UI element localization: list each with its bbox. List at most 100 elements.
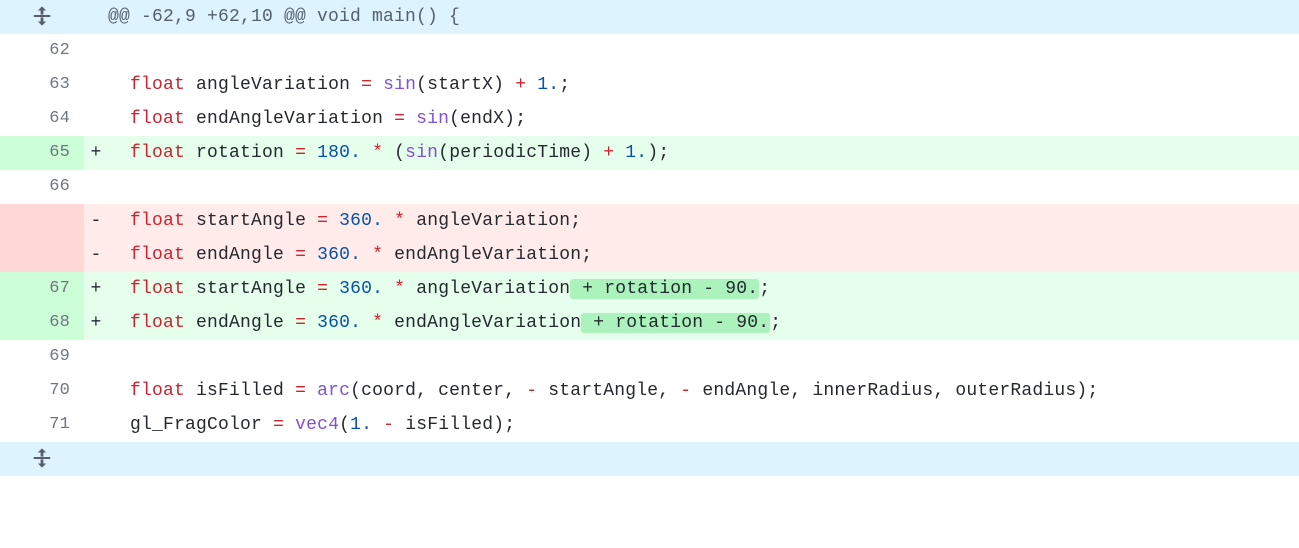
code-token [284, 415, 295, 435]
old-line-number[interactable] [0, 340, 42, 374]
code-token: = [394, 109, 405, 129]
code-token: - [680, 381, 691, 401]
code-token: , [416, 381, 438, 401]
code-token [328, 211, 339, 231]
diff-sign [84, 408, 108, 442]
code-token: ); [647, 143, 669, 163]
diff-sign [84, 374, 108, 408]
diff-sign: - [84, 204, 108, 238]
code-token [306, 313, 317, 333]
code-cell[interactable]: float rotation = 180. * (sin(periodicTim… [108, 136, 1299, 170]
code-token [284, 381, 295, 401]
old-line-number[interactable] [0, 170, 42, 204]
hunk-header-text: @@ -62,9 +62,10 @@ void main() { [108, 0, 1299, 34]
diff-sign: + [84, 306, 108, 340]
code-cell[interactable]: gl_FragColor = vec4(1. - isFilled); [108, 408, 1299, 442]
code-token: = [273, 415, 284, 435]
code-token [405, 211, 416, 231]
code-token [383, 211, 394, 231]
code-cell[interactable]: float endAngle = 360. * endAngleVariatio… [108, 306, 1299, 340]
code-token: 360. [317, 313, 361, 333]
code-cell[interactable]: float startAngle = 360. * angleVariation… [108, 272, 1299, 306]
code-token: ; [570, 211, 581, 231]
code-token: = [295, 381, 306, 401]
code-token [405, 279, 416, 299]
new-line-number[interactable]: 62 [42, 34, 84, 68]
old-line-number[interactable] [0, 34, 42, 68]
old-line-number[interactable] [0, 102, 42, 136]
new-line-number[interactable]: 71 [42, 408, 84, 442]
code-cell[interactable]: float angleVariation = sin(startX) + 1.; [108, 68, 1299, 102]
code-cell[interactable] [108, 34, 1299, 68]
code-cell[interactable]: float endAngleVariation = sin(endX); [108, 102, 1299, 136]
hunk-sign [84, 0, 108, 34]
code-token [383, 109, 394, 129]
diff-line: 64 float endAngleVariation = sin(endX); [0, 102, 1299, 136]
code-token [350, 75, 361, 95]
old-line-number[interactable] [0, 136, 42, 170]
new-line-number[interactable]: 67 [42, 272, 84, 306]
code-token: float [130, 313, 185, 333]
code-token: * [394, 211, 405, 231]
diff-line: 63 float angleVariation = sin(startX) + … [0, 68, 1299, 102]
old-line-number[interactable] [0, 272, 42, 306]
code-token [108, 75, 130, 95]
code-token [328, 279, 339, 299]
code-token: endAngleVariation [196, 109, 383, 129]
code-cell[interactable] [108, 170, 1299, 204]
diff-line: - float endAngle = 360. * endAngleVariat… [0, 238, 1299, 272]
new-line-number[interactable]: 68 [42, 306, 84, 340]
code-cell[interactable]: float isFilled = arc(coord, center, - st… [108, 374, 1299, 408]
expand-placeholder [108, 442, 1299, 476]
diff-line: 71 gl_FragColor = vec4(1. - isFilled); [0, 408, 1299, 442]
code-token [284, 245, 295, 265]
code-token: startX [427, 75, 493, 95]
new-line-number[interactable] [42, 238, 84, 272]
old-line-number[interactable] [0, 306, 42, 340]
code-token: vec4 [295, 415, 339, 435]
expand-down-cell[interactable] [0, 442, 84, 476]
code-token [108, 279, 130, 299]
code-token: gl_FragColor [130, 415, 262, 435]
code-token: arc [317, 381, 350, 401]
hunk-sign [84, 442, 108, 476]
code-token: + rotation - 90. [581, 313, 770, 333]
code-token: isFilled [405, 415, 493, 435]
new-line-number[interactable] [42, 204, 84, 238]
code-cell[interactable] [108, 340, 1299, 374]
code-token: center [438, 381, 504, 401]
code-token [394, 415, 405, 435]
code-token: sin [383, 75, 416, 95]
diff-table: @@ -62,9 +62,10 @@ void main() { 62 63 f… [0, 0, 1299, 476]
diff-sign: + [84, 272, 108, 306]
code-token: * [394, 279, 405, 299]
old-line-number[interactable] [0, 374, 42, 408]
code-token: ; [515, 109, 526, 129]
code-token: , [504, 381, 526, 401]
code-token [108, 245, 130, 265]
old-line-number[interactable] [0, 408, 42, 442]
new-line-number[interactable]: 69 [42, 340, 84, 374]
code-token: 360. [339, 211, 383, 231]
old-line-number[interactable] [0, 204, 42, 238]
new-line-number[interactable]: 65 [42, 136, 84, 170]
code-token: coord [361, 381, 416, 401]
code-token: ; [770, 313, 781, 333]
code-token: startAngle [196, 279, 306, 299]
code-token [306, 381, 317, 401]
new-line-number[interactable]: 70 [42, 374, 84, 408]
expand-up-cell[interactable] [0, 0, 84, 34]
new-line-number[interactable]: 66 [42, 170, 84, 204]
code-token: + [603, 143, 614, 163]
new-line-number[interactable]: 63 [42, 68, 84, 102]
hunk-header-row: @@ -62,9 +62,10 @@ void main() { [0, 0, 1299, 34]
old-line-number[interactable] [0, 238, 42, 272]
diff-sign: - [84, 238, 108, 272]
new-line-number[interactable]: 64 [42, 102, 84, 136]
old-line-number[interactable] [0, 68, 42, 102]
code-token: float [130, 211, 185, 231]
code-cell[interactable]: float startAngle = 360. * angleVariation… [108, 204, 1299, 238]
code-token [108, 211, 130, 231]
code-token: float [130, 75, 185, 95]
code-cell[interactable]: float endAngle = 360. * endAngleVariatio… [108, 238, 1299, 272]
